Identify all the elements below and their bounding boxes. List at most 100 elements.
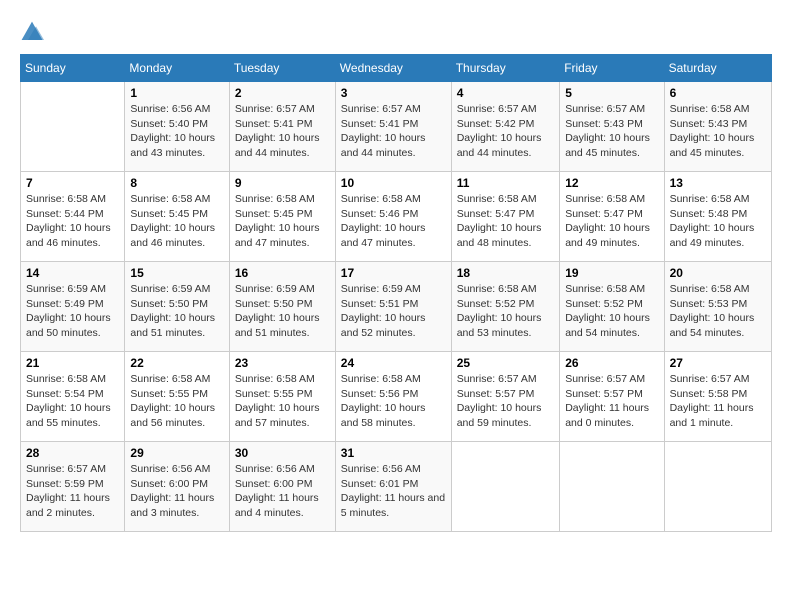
day-number: 17 [341, 266, 446, 280]
logo-icon [20, 20, 44, 44]
day-number: 3 [341, 86, 446, 100]
day-info: Sunrise: 6:58 AMSunset: 5:44 PMDaylight:… [26, 193, 111, 249]
day-info: Sunrise: 6:56 AMSunset: 5:40 PMDaylight:… [130, 103, 215, 159]
weekday-header-row: SundayMondayTuesdayWednesdayThursdayFrid… [21, 55, 772, 82]
calendar-cell: 14 Sunrise: 6:59 AMSunset: 5:49 PMDaylig… [21, 262, 125, 352]
calendar-cell: 6 Sunrise: 6:58 AMSunset: 5:43 PMDayligh… [664, 82, 771, 172]
day-info: Sunrise: 6:58 AMSunset: 5:53 PMDaylight:… [670, 283, 755, 339]
calendar-cell: 17 Sunrise: 6:59 AMSunset: 5:51 PMDaylig… [335, 262, 451, 352]
calendar-cell [21, 82, 125, 172]
day-info: Sunrise: 6:58 AMSunset: 5:46 PMDaylight:… [341, 193, 426, 249]
day-info: Sunrise: 6:58 AMSunset: 5:52 PMDaylight:… [457, 283, 542, 339]
day-info: Sunrise: 6:58 AMSunset: 5:47 PMDaylight:… [457, 193, 542, 249]
calendar-week-row: 14 Sunrise: 6:59 AMSunset: 5:49 PMDaylig… [21, 262, 772, 352]
day-number: 16 [235, 266, 330, 280]
day-info: Sunrise: 6:57 AMSunset: 5:41 PMDaylight:… [235, 103, 320, 159]
calendar-cell: 25 Sunrise: 6:57 AMSunset: 5:57 PMDaylig… [451, 352, 559, 442]
day-number: 25 [457, 356, 554, 370]
day-info: Sunrise: 6:57 AMSunset: 5:42 PMDaylight:… [457, 103, 542, 159]
day-number: 21 [26, 356, 119, 370]
calendar-cell: 13 Sunrise: 6:58 AMSunset: 5:48 PMDaylig… [664, 172, 771, 262]
day-info: Sunrise: 6:57 AMSunset: 5:41 PMDaylight:… [341, 103, 426, 159]
day-number: 28 [26, 446, 119, 460]
day-info: Sunrise: 6:58 AMSunset: 5:43 PMDaylight:… [670, 103, 755, 159]
day-info: Sunrise: 6:58 AMSunset: 5:55 PMDaylight:… [130, 373, 215, 429]
calendar-cell: 30 Sunrise: 6:56 AMSunset: 6:00 PMDaylig… [229, 442, 335, 532]
day-info: Sunrise: 6:56 AMSunset: 6:01 PMDaylight:… [341, 463, 445, 519]
calendar-cell: 22 Sunrise: 6:58 AMSunset: 5:55 PMDaylig… [125, 352, 229, 442]
calendar-cell: 24 Sunrise: 6:58 AMSunset: 5:56 PMDaylig… [335, 352, 451, 442]
day-info: Sunrise: 6:58 AMSunset: 5:45 PMDaylight:… [130, 193, 215, 249]
calendar-week-row: 1 Sunrise: 6:56 AMSunset: 5:40 PMDayligh… [21, 82, 772, 172]
day-info: Sunrise: 6:58 AMSunset: 5:48 PMDaylight:… [670, 193, 755, 249]
day-number: 30 [235, 446, 330, 460]
calendar-cell: 23 Sunrise: 6:58 AMSunset: 5:55 PMDaylig… [229, 352, 335, 442]
day-number: 26 [565, 356, 658, 370]
calendar-cell: 9 Sunrise: 6:58 AMSunset: 5:45 PMDayligh… [229, 172, 335, 262]
day-info: Sunrise: 6:58 AMSunset: 5:55 PMDaylight:… [235, 373, 320, 429]
day-info: Sunrise: 6:57 AMSunset: 5:43 PMDaylight:… [565, 103, 650, 159]
weekday-header: Wednesday [335, 55, 451, 82]
calendar-cell: 3 Sunrise: 6:57 AMSunset: 5:41 PMDayligh… [335, 82, 451, 172]
day-info: Sunrise: 6:56 AMSunset: 6:00 PMDaylight:… [130, 463, 214, 519]
day-number: 11 [457, 176, 554, 190]
day-number: 5 [565, 86, 658, 100]
day-number: 31 [341, 446, 446, 460]
day-number: 22 [130, 356, 223, 370]
day-number: 12 [565, 176, 658, 190]
calendar-cell: 16 Sunrise: 6:59 AMSunset: 5:50 PMDaylig… [229, 262, 335, 352]
calendar-cell: 1 Sunrise: 6:56 AMSunset: 5:40 PMDayligh… [125, 82, 229, 172]
day-number: 1 [130, 86, 223, 100]
day-info: Sunrise: 6:57 AMSunset: 5:59 PMDaylight:… [26, 463, 110, 519]
calendar-cell: 7 Sunrise: 6:58 AMSunset: 5:44 PMDayligh… [21, 172, 125, 262]
weekday-header: Tuesday [229, 55, 335, 82]
day-number: 14 [26, 266, 119, 280]
calendar-cell: 5 Sunrise: 6:57 AMSunset: 5:43 PMDayligh… [560, 82, 664, 172]
day-number: 18 [457, 266, 554, 280]
day-number: 24 [341, 356, 446, 370]
day-number: 8 [130, 176, 223, 190]
day-info: Sunrise: 6:57 AMSunset: 5:57 PMDaylight:… [457, 373, 542, 429]
day-info: Sunrise: 6:58 AMSunset: 5:52 PMDaylight:… [565, 283, 650, 339]
day-number: 6 [670, 86, 766, 100]
day-info: Sunrise: 6:59 AMSunset: 5:51 PMDaylight:… [341, 283, 426, 339]
calendar-cell: 29 Sunrise: 6:56 AMSunset: 6:00 PMDaylig… [125, 442, 229, 532]
day-number: 10 [341, 176, 446, 190]
weekday-header: Monday [125, 55, 229, 82]
calendar-cell: 4 Sunrise: 6:57 AMSunset: 5:42 PMDayligh… [451, 82, 559, 172]
day-number: 29 [130, 446, 223, 460]
calendar-week-row: 28 Sunrise: 6:57 AMSunset: 5:59 PMDaylig… [21, 442, 772, 532]
day-info: Sunrise: 6:57 AMSunset: 5:58 PMDaylight:… [670, 373, 754, 429]
logo [20, 20, 48, 44]
weekday-header: Sunday [21, 55, 125, 82]
calendar-cell: 11 Sunrise: 6:58 AMSunset: 5:47 PMDaylig… [451, 172, 559, 262]
weekday-header: Saturday [664, 55, 771, 82]
day-info: Sunrise: 6:57 AMSunset: 5:57 PMDaylight:… [565, 373, 649, 429]
calendar-cell: 15 Sunrise: 6:59 AMSunset: 5:50 PMDaylig… [125, 262, 229, 352]
calendar-cell: 12 Sunrise: 6:58 AMSunset: 5:47 PMDaylig… [560, 172, 664, 262]
day-number: 20 [670, 266, 766, 280]
calendar-cell: 20 Sunrise: 6:58 AMSunset: 5:53 PMDaylig… [664, 262, 771, 352]
calendar-cell [664, 442, 771, 532]
calendar-cell: 19 Sunrise: 6:58 AMSunset: 5:52 PMDaylig… [560, 262, 664, 352]
day-info: Sunrise: 6:58 AMSunset: 5:54 PMDaylight:… [26, 373, 111, 429]
calendar-cell: 28 Sunrise: 6:57 AMSunset: 5:59 PMDaylig… [21, 442, 125, 532]
calendar-cell: 10 Sunrise: 6:58 AMSunset: 5:46 PMDaylig… [335, 172, 451, 262]
day-number: 2 [235, 86, 330, 100]
page-header [20, 20, 772, 44]
calendar-cell: 26 Sunrise: 6:57 AMSunset: 5:57 PMDaylig… [560, 352, 664, 442]
day-info: Sunrise: 6:59 AMSunset: 5:50 PMDaylight:… [235, 283, 320, 339]
day-number: 15 [130, 266, 223, 280]
day-info: Sunrise: 6:58 AMSunset: 5:45 PMDaylight:… [235, 193, 320, 249]
weekday-header: Friday [560, 55, 664, 82]
calendar-cell: 27 Sunrise: 6:57 AMSunset: 5:58 PMDaylig… [664, 352, 771, 442]
calendar-week-row: 7 Sunrise: 6:58 AMSunset: 5:44 PMDayligh… [21, 172, 772, 262]
day-info: Sunrise: 6:58 AMSunset: 5:56 PMDaylight:… [341, 373, 426, 429]
calendar-table: SundayMondayTuesdayWednesdayThursdayFrid… [20, 54, 772, 532]
calendar-cell: 18 Sunrise: 6:58 AMSunset: 5:52 PMDaylig… [451, 262, 559, 352]
day-number: 23 [235, 356, 330, 370]
day-info: Sunrise: 6:59 AMSunset: 5:49 PMDaylight:… [26, 283, 111, 339]
day-number: 7 [26, 176, 119, 190]
calendar-cell: 31 Sunrise: 6:56 AMSunset: 6:01 PMDaylig… [335, 442, 451, 532]
calendar-cell: 8 Sunrise: 6:58 AMSunset: 5:45 PMDayligh… [125, 172, 229, 262]
